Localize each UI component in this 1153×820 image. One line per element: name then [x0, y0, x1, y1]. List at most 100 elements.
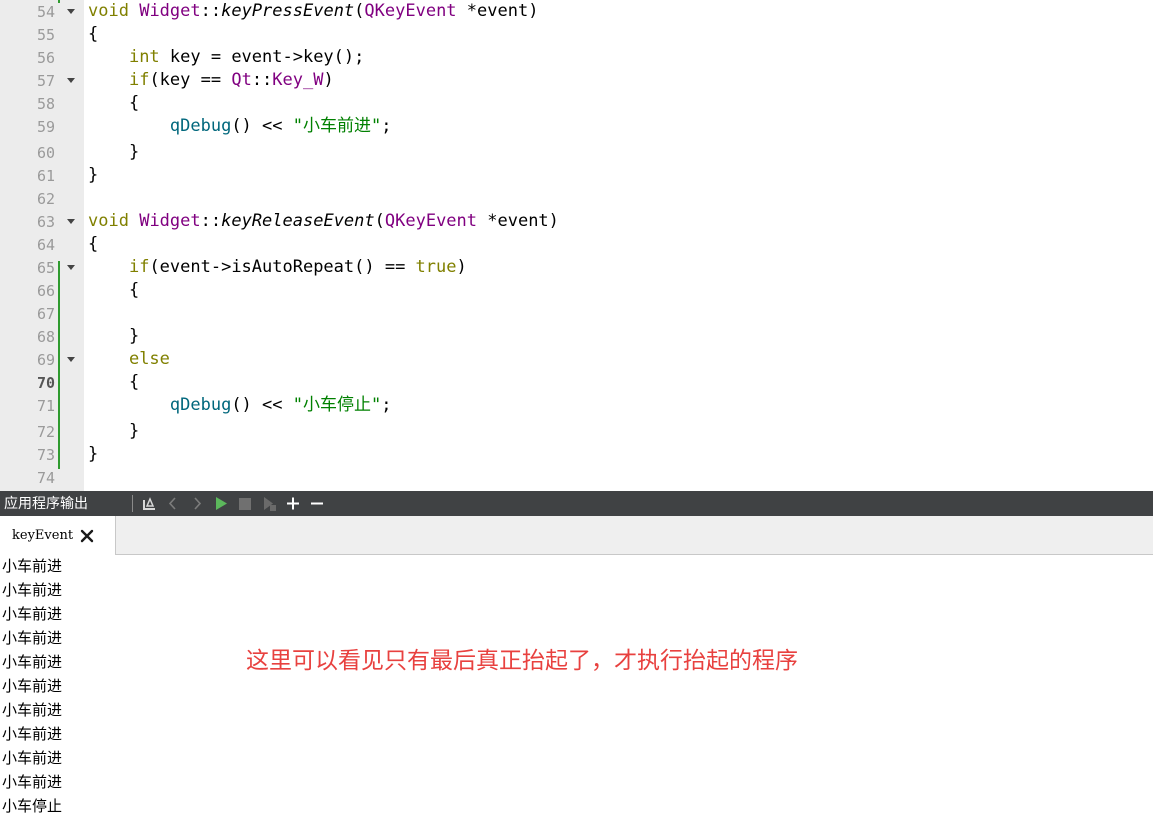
- code-token: ;: [381, 395, 392, 415]
- code-line[interactable]: 62: [0, 187, 1153, 210]
- output-line: 小车前进: [2, 677, 63, 695]
- fold-arrow-icon[interactable]: [67, 219, 75, 224]
- code-token: Qt: [231, 70, 252, 90]
- code-token: key = event->key();: [159, 47, 365, 67]
- previous-icon[interactable]: [164, 494, 182, 513]
- code-line[interactable]: 58 {: [0, 92, 1153, 115]
- output-line: 小车前进: [2, 581, 63, 599]
- code-token: {: [88, 24, 99, 44]
- code-token: ;: [381, 116, 392, 136]
- code-text: }: [88, 445, 98, 464]
- code-token: Widget: [139, 211, 201, 231]
- code-text: if(key == Qt::Key_W): [88, 71, 334, 90]
- line-number: 62: [36, 190, 55, 208]
- code-line[interactable]: 63 void Widget::keyReleaseEvent(QKeyEvent…: [0, 210, 1153, 233]
- line-number: 72: [36, 423, 55, 441]
- fold-arrow-icon[interactable]: [67, 265, 75, 270]
- line-number: 71: [36, 397, 55, 415]
- code-line[interactable]: 61}: [0, 164, 1153, 187]
- code-line[interactable]: 57 if(key == Qt::Key_W): [0, 69, 1153, 92]
- code-token: else: [128, 349, 170, 369]
- code-line[interactable]: 67: [0, 302, 1153, 325]
- code-line[interactable]: 59 qDebug() << "小车前进";: [0, 115, 1153, 138]
- code-text: void Widget::keyPressEvent(QKeyEvent *ev…: [88, 2, 538, 21]
- code-text: {: [88, 25, 98, 44]
- line-number: 66: [36, 282, 55, 300]
- code-line[interactable]: 54 void Widget::keyPressEvent(QKeyEvent *…: [0, 0, 1153, 23]
- code-token: (event->isAutoRepeat() ==: [149, 257, 416, 277]
- attach-debugger-icon[interactable]: [140, 494, 158, 513]
- code-text: void Widget::keyReleaseEvent(QKeyEvent *…: [88, 212, 559, 231]
- code-token: () <<: [231, 395, 293, 415]
- line-number: 60: [36, 144, 55, 162]
- code-editor[interactable]: 54 void Widget::keyPressEvent(QKeyEvent *…: [0, 0, 1153, 491]
- code-line[interactable]: 74: [0, 466, 1153, 489]
- debug-run-icon[interactable]: [260, 494, 278, 513]
- zoom-in-icon[interactable]: [284, 494, 302, 513]
- next-icon[interactable]: [188, 494, 206, 513]
- code-line[interactable]: 72 }: [0, 420, 1153, 443]
- code-token: }: [88, 421, 140, 441]
- stop-icon[interactable]: [236, 494, 254, 513]
- code-line[interactable]: 56 int key = event->key();: [0, 46, 1153, 69]
- line-number: 73: [36, 446, 55, 464]
- fold-arrow-icon[interactable]: [67, 357, 75, 362]
- code-text: }: [88, 422, 139, 441]
- code-text: qDebug() << "小车前进";: [88, 116, 392, 136]
- code-text: }: [88, 166, 98, 185]
- code-line[interactable]: 65 if(event->isAutoRepeat() == true): [0, 256, 1153, 279]
- code-token: void: [88, 1, 129, 21]
- zoom-out-icon[interactable]: [308, 494, 326, 513]
- run-icon[interactable]: [212, 494, 230, 513]
- code-token: true: [415, 257, 457, 277]
- code-token: (key ==: [149, 70, 232, 90]
- code-line[interactable]: 55 {: [0, 23, 1153, 46]
- code-token: Key_W: [272, 70, 324, 90]
- code-token: Widget: [139, 1, 201, 21]
- code-text: {: [88, 94, 139, 113]
- application-output[interactable]: 小车前进 小车前进 小车前进 小车前进 小车前进 小车前进 小车前进 小车前进 小车前进 小车前进…: [0, 555, 1153, 820]
- close-icon[interactable]: [80, 528, 94, 543]
- code-token: keyReleaseEvent: [221, 211, 375, 231]
- code-token: QKeyEvent: [364, 1, 457, 21]
- fold-arrow-icon[interactable]: [67, 9, 75, 14]
- code-line[interactable]: 66 {: [0, 279, 1153, 302]
- code-token: "小车停止": [292, 395, 382, 415]
- line-number: 56: [36, 49, 55, 67]
- line-number: 59: [36, 118, 55, 136]
- code-token: }: [88, 326, 140, 346]
- line-number: 70: [36, 374, 55, 392]
- code-line[interactable]: 73}: [0, 443, 1153, 466]
- tab-keyevent[interactable]: keyEvent: [0, 516, 116, 555]
- change-marker-bar: [58, 261, 60, 469]
- toolbar-separator: [132, 495, 133, 512]
- output-pane-toolbar: 应用程序输出: [0, 491, 1153, 516]
- line-number: 55: [36, 26, 55, 44]
- code-text: qDebug() << "小车停止";: [88, 395, 392, 415]
- code-line[interactable]: 60 }: [0, 141, 1153, 164]
- code-line[interactable]: 64 {: [0, 233, 1153, 256]
- code-line[interactable]: 68 }: [0, 325, 1153, 348]
- code-text: }: [88, 143, 139, 162]
- fold-arrow-icon[interactable]: [67, 78, 75, 83]
- code-line[interactable]: 70 {: [0, 371, 1153, 394]
- code-token: if: [128, 70, 150, 90]
- code-line[interactable]: 71 qDebug() << "小车停止";: [0, 394, 1153, 417]
- output-line: 小车前进: [2, 701, 63, 719]
- code-text: else: [88, 350, 170, 369]
- code-token: {: [88, 280, 140, 300]
- code-token: {: [88, 234, 99, 254]
- code-line[interactable]: 69 else: [0, 348, 1153, 371]
- code-text: int key = event->key();: [88, 48, 364, 67]
- code-text: {: [88, 373, 139, 392]
- line-number: 63: [36, 213, 55, 231]
- line-number: 57: [36, 72, 55, 90]
- change-marker-bar-top: [58, 0, 60, 3]
